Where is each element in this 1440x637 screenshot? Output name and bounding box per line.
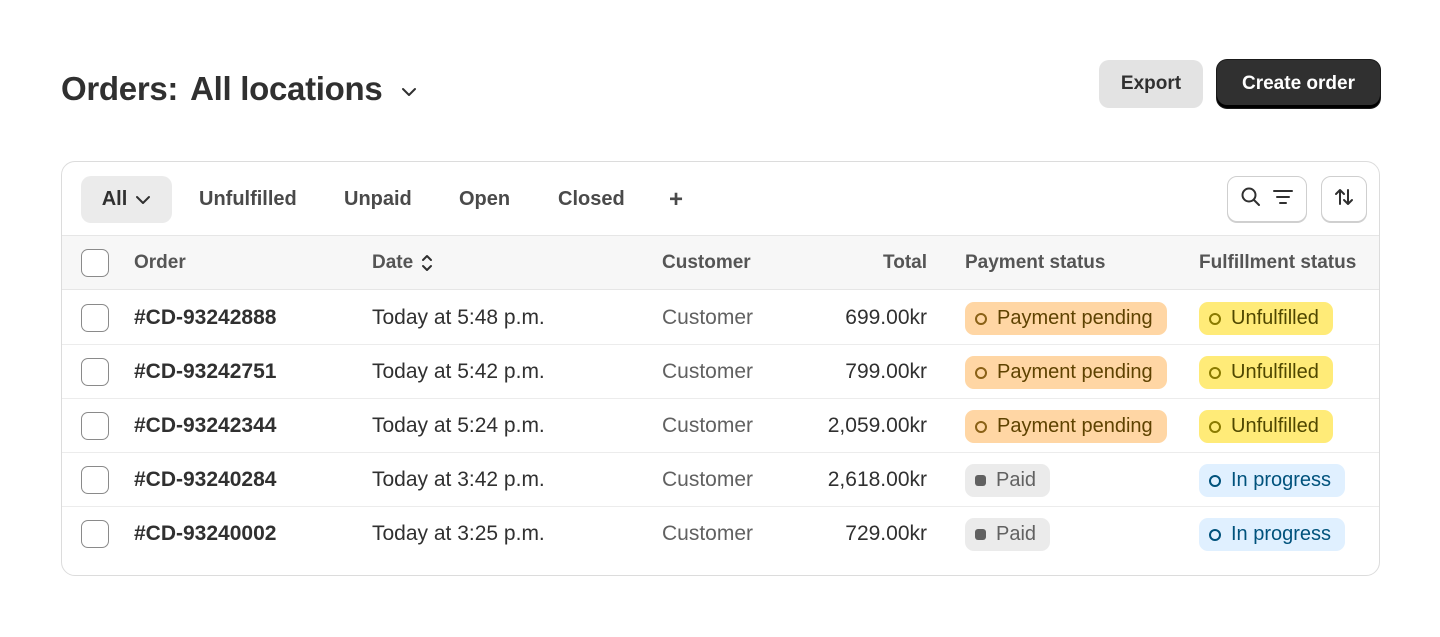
fulfillment-status-label: In progress (1231, 523, 1332, 545)
tab-unpaid[interactable]: Unpaid (344, 176, 412, 223)
col-total: Total (883, 252, 927, 273)
fulfillment-status-badge: Unfulfilled (1199, 410, 1333, 443)
filter-tabs: All Unfulfilled Unpaid Open Closed + (62, 162, 1379, 236)
pending-icon (975, 312, 987, 325)
payment-status-badge: Payment pending (965, 356, 1167, 389)
order-customer: Customer (662, 306, 754, 329)
payment-status-label: Payment pending (997, 361, 1153, 383)
header-actions: Export Create order (1099, 60, 1380, 108)
pending-icon (975, 420, 987, 433)
create-order-button[interactable]: Create order (1217, 60, 1380, 108)
table-row[interactable]: #CD-93242751 Today at 5:42 p.m. Customer… (62, 345, 1379, 399)
row-checkbox[interactable] (81, 520, 109, 548)
fulfillment-status-badge: In progress (1199, 518, 1346, 551)
paid-icon (975, 529, 986, 540)
tab-unfulfilled[interactable]: Unfulfilled (199, 176, 297, 223)
tab-all[interactable]: All (81, 176, 172, 223)
row-checkbox[interactable] (81, 358, 109, 386)
fulfillment-status-label: Unfulfilled (1231, 307, 1319, 329)
sort-button[interactable] (1321, 176, 1367, 222)
table-row[interactable]: #CD-93240284 Today at 3:42 p.m. Customer… (62, 453, 1379, 507)
row-checkbox[interactable] (81, 466, 109, 494)
fulfillment-status-badge: Unfulfilled (1199, 302, 1333, 335)
search-filter-button[interactable] (1227, 176, 1307, 222)
order-total: 729.00kr (845, 522, 927, 545)
fulfillment-status-label: Unfulfilled (1231, 361, 1319, 383)
payment-status-badge: Paid (965, 464, 1051, 497)
unfulfilled-icon (1209, 366, 1221, 379)
order-number[interactable]: #CD-93242344 (134, 399, 276, 453)
order-date: Today at 5:42 p.m. (372, 360, 545, 383)
payment-status-label: Paid (996, 523, 1037, 545)
fulfillment-status-badge: In progress (1199, 464, 1346, 497)
filter-icon (1272, 188, 1294, 211)
order-customer: Customer (662, 468, 754, 491)
row-checkbox[interactable] (81, 412, 109, 440)
payment-status-label: Payment pending (997, 415, 1153, 437)
col-date-label: Date (372, 252, 414, 273)
payment-status-label: Paid (996, 469, 1037, 491)
order-date: Today at 5:24 p.m. (372, 414, 545, 437)
tab-all-label: All (101, 188, 128, 210)
order-total: 799.00kr (845, 360, 927, 383)
location-selector[interactable]: All locations (190, 70, 383, 107)
col-payment-status: Payment status (965, 252, 1106, 273)
order-number[interactable]: #CD-93240284 (134, 453, 276, 507)
page-title-prefix: Orders: (61, 70, 179, 107)
payment-status-badge: Payment pending (965, 410, 1167, 443)
order-total: 2,618.00kr (827, 468, 927, 491)
order-total: 699.00kr (845, 306, 927, 329)
chevron-down-icon[interactable] (400, 83, 418, 101)
in-progress-icon (1209, 528, 1221, 541)
order-number[interactable]: #CD-93240002 (134, 507, 276, 561)
row-checkbox[interactable] (81, 304, 109, 332)
order-number[interactable]: #CD-93242888 (134, 291, 276, 345)
fulfillment-status-label: In progress (1231, 469, 1332, 491)
paid-icon (975, 475, 986, 486)
order-date: Today at 3:42 p.m. (372, 468, 545, 491)
payment-status-label: Payment pending (997, 307, 1153, 329)
table-row[interactable]: #CD-93242344 Today at 5:24 p.m. Customer… (62, 399, 1379, 453)
col-fulfillment-status: Fulfillment status (1199, 252, 1357, 273)
order-number[interactable]: #CD-93242751 (134, 345, 276, 399)
in-progress-icon (1209, 474, 1221, 487)
col-customer: Customer (662, 252, 751, 273)
payment-status-badge: Payment pending (965, 302, 1167, 335)
col-date[interactable]: Date (372, 236, 433, 290)
tab-open[interactable]: Open (459, 176, 510, 223)
chevron-down-icon (135, 195, 151, 205)
sort-icon (421, 253, 433, 273)
fulfillment-status-label: Unfulfilled (1231, 415, 1319, 437)
col-order: Order (134, 252, 186, 273)
order-total: 2,059.00kr (827, 414, 927, 437)
table-row[interactable]: #CD-93242888 Today at 5:48 p.m. Customer… (62, 291, 1379, 345)
pending-icon (975, 366, 987, 379)
order-date: Today at 3:25 p.m. (372, 522, 545, 545)
order-date: Today at 5:48 p.m. (372, 306, 545, 329)
search-icon (1240, 186, 1262, 213)
payment-status-badge: Paid (965, 518, 1051, 551)
orders-card: All Unfulfilled Unpaid Open Closed + Ord… (61, 161, 1380, 576)
select-all-checkbox[interactable] (81, 249, 109, 277)
page-title[interactable]: Orders: All locations (61, 70, 383, 108)
table-row[interactable]: #CD-93240002 Today at 3:25 p.m. Customer… (62, 507, 1379, 561)
page-header: Orders: All locations (61, 70, 418, 108)
fulfillment-status-badge: Unfulfilled (1199, 356, 1333, 389)
sort-arrows-icon (1333, 186, 1355, 213)
tab-closed[interactable]: Closed (558, 176, 625, 223)
order-customer: Customer (662, 522, 754, 545)
table-header: Order Date Customer Total Payment status… (62, 236, 1379, 290)
order-customer: Customer (662, 360, 754, 383)
export-button[interactable]: Export (1099, 60, 1203, 108)
unfulfilled-icon (1209, 312, 1221, 325)
add-view-button[interactable]: + (669, 176, 683, 223)
order-customer: Customer (662, 414, 754, 437)
unfulfilled-icon (1209, 420, 1221, 433)
